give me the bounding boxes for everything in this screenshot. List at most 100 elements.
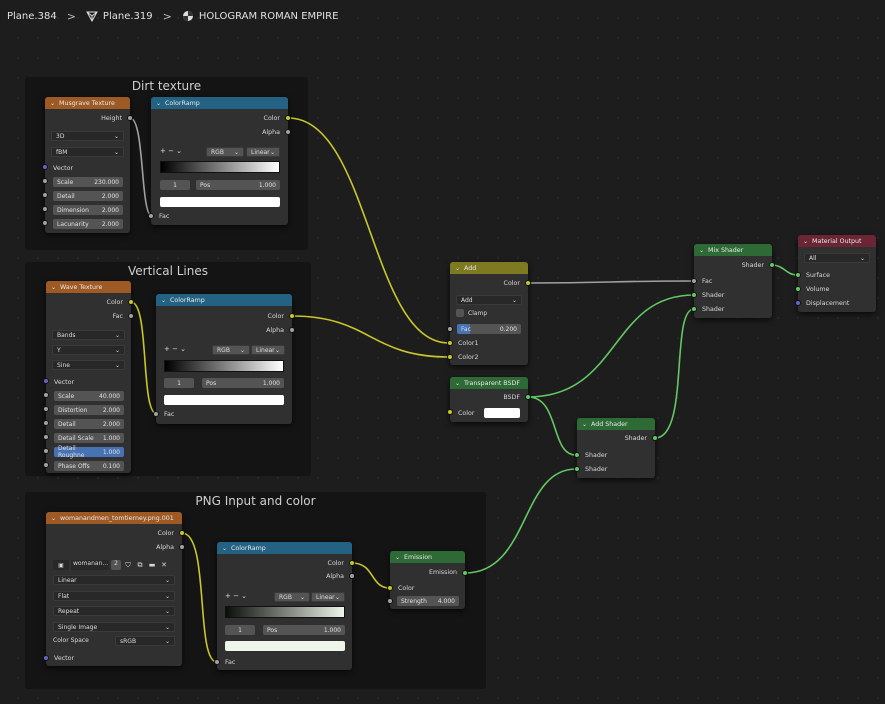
scale-field[interactable]: Scale 230.000 xyxy=(53,177,123,187)
color-ramp-gradient[interactable] xyxy=(160,161,280,173)
stop-pos-field[interactable]: Pos 1.000 xyxy=(196,180,280,190)
blend-mode-select[interactable]: Add ⌄ xyxy=(456,295,522,305)
direction-select[interactable]: Y ⌄ xyxy=(52,345,125,355)
phase-offset-field[interactable]: Phase Offs 0.100 xyxy=(54,461,124,471)
strength-field[interactable]: Strength 4.000 xyxy=(397,596,459,606)
node-header[interactable]: ⌄ Wave Texture xyxy=(46,281,131,293)
node-material-output[interactable]: ⌄ Material Output All ⌄ Surface Volume Dis… xyxy=(798,235,876,312)
node-header[interactable]: ⌄ Emission xyxy=(390,551,465,563)
ramp-tool-buttons[interactable]: + − ⌄ xyxy=(225,592,247,600)
chevron-down-icon[interactable]: ⌄ xyxy=(50,100,55,107)
socket-alpha-out[interactable] xyxy=(285,129,291,135)
dimension-field[interactable]: Dimension 2.000 xyxy=(53,205,123,215)
node-header[interactable]: ⌄ womanandmen_tomtierney.png.001 xyxy=(46,512,182,524)
dimensions-select[interactable]: 3D ⌄ xyxy=(51,131,124,141)
socket-fac-in[interactable] xyxy=(153,411,159,417)
node-transparent-bsdf[interactable]: ⌄ Transparent BSDF BSDF Color xyxy=(450,377,528,422)
socket-vector-in[interactable] xyxy=(43,378,49,384)
node-header[interactable]: ⌄ Transparent BSDF xyxy=(450,377,528,389)
target-select[interactable]: All ⌄ xyxy=(804,253,870,263)
socket-scale-in[interactable] xyxy=(42,178,48,184)
node-colorramp-1[interactable]: ⌄ ColorRamp Color Alpha + − ⌄ RGB ⌄ Linear… xyxy=(151,97,288,225)
lacunarity-field[interactable]: Lacunarity 2.000 xyxy=(53,219,123,229)
interpolation-select[interactable]: Linear ⌄ xyxy=(53,575,175,585)
socket-dimension-in[interactable] xyxy=(42,206,48,212)
color-space-select[interactable]: sRGB ⌄ xyxy=(115,636,175,646)
fake-user-icon[interactable]: ⛉ xyxy=(123,561,133,570)
breadcrumb-material[interactable]: HOLOGRAM ROMAN EMPIRE xyxy=(178,10,343,22)
socket-color-out[interactable] xyxy=(179,530,185,536)
socket-color-in[interactable] xyxy=(387,585,393,591)
socket-fac-out[interactable] xyxy=(128,313,134,319)
stop-pos-field[interactable]: Pos 1.000 xyxy=(263,625,345,635)
source-select[interactable]: Single Image ⌄ xyxy=(53,622,175,632)
socket-surface-in[interactable] xyxy=(795,272,801,278)
color-swatch[interactable] xyxy=(484,408,520,418)
socket-volume-in[interactable] xyxy=(795,286,801,292)
chevron-down-icon[interactable]: ⌄ xyxy=(455,380,460,387)
stop-color-swatch[interactable] xyxy=(225,641,345,651)
node-musgrave-texture[interactable]: ⌄ Musgrave Texture Height 3D ⌄ fBM ⌄ Vector… xyxy=(45,97,130,233)
socket-fac-in[interactable] xyxy=(691,278,697,284)
socket-detail-in[interactable] xyxy=(42,192,48,198)
interpolation-select[interactable]: Linear ⌄ xyxy=(311,592,345,602)
detail-field[interactable]: Detail 2.000 xyxy=(54,419,124,429)
color-mode-select[interactable]: RGB ⌄ xyxy=(274,592,310,602)
node-colorramp-2[interactable]: ⌄ ColorRamp Color Alpha + − ⌄ RGB ⌄ Linear… xyxy=(156,294,292,424)
socket-alpha-out[interactable] xyxy=(349,573,355,579)
socket-emission-out[interactable] xyxy=(462,570,468,576)
socket-distortion-in[interactable] xyxy=(43,406,49,412)
socket-shader2-in[interactable] xyxy=(574,466,580,472)
distortion-field[interactable]: Distortion 2.000 xyxy=(54,405,124,415)
socket-color-out[interactable] xyxy=(349,560,355,566)
socket-vector-in[interactable] xyxy=(42,164,48,170)
socket-fac-in[interactable] xyxy=(148,213,154,219)
profile-select[interactable]: Sine ⌄ xyxy=(52,360,125,370)
socket-phase-offset-in[interactable] xyxy=(43,462,49,468)
node-header[interactable]: ⌄ Mix Shader xyxy=(694,244,772,256)
socket-scale-in[interactable] xyxy=(43,392,49,398)
chevron-down-icon[interactable]: ⌄ xyxy=(51,515,56,522)
stop-pos-field[interactable]: Pos 1.000 xyxy=(202,378,284,388)
folder-icon[interactable]: ▬ xyxy=(147,561,157,569)
ramp-tool-buttons[interactable]: + − ⌄ xyxy=(160,147,182,155)
projection-select[interactable]: Flat ⌄ xyxy=(53,591,175,601)
detail-roughness-field[interactable]: Detail Roughne 1.000 xyxy=(54,445,124,459)
chevron-down-icon[interactable]: ⌄ xyxy=(699,247,704,254)
node-header[interactable]: ⌄ Musgrave Texture xyxy=(45,97,130,109)
extension-select[interactable]: Repeat ⌄ xyxy=(53,606,175,616)
color-mode-select[interactable]: RGB ⌄ xyxy=(206,147,244,157)
fac-field[interactable]: Fac 0.200 xyxy=(457,324,521,334)
stop-index-field[interactable]: 1 xyxy=(225,625,255,635)
image-selector[interactable]: ▣ womanan... 2 ⛉ ⧉ ▬ ✕ xyxy=(53,560,177,570)
ramp-tool-buttons[interactable]: + − ⌄ xyxy=(164,345,186,353)
chevron-down-icon[interactable]: ⌄ xyxy=(455,265,460,272)
image-users-count[interactable]: 2 xyxy=(111,560,121,570)
node-add[interactable]: ⌄ Add Color Add ⌄ Clamp Fac 0.200 Color1 Co… xyxy=(450,262,528,365)
ramp-tools[interactable]: + − ⌄ xyxy=(225,592,247,600)
breadcrumb-mesh[interactable]: Plane.319 xyxy=(82,10,157,22)
socket-shader1-in[interactable] xyxy=(574,452,580,458)
wave-type-select[interactable]: Bands ⌄ xyxy=(52,330,125,340)
socket-shader-out[interactable] xyxy=(769,262,775,268)
socket-color-out[interactable] xyxy=(289,313,295,319)
node-header[interactable]: ⌄ ColorRamp xyxy=(156,294,292,306)
socket-color-out[interactable] xyxy=(128,299,134,305)
stop-index-field[interactable]: 1 xyxy=(160,180,190,190)
chevron-down-icon[interactable]: ⌄ xyxy=(51,284,56,291)
stop-color-swatch[interactable] xyxy=(160,197,280,207)
node-emission[interactable]: ⌄ Emission Emission Color Strength 4.000 xyxy=(390,551,465,609)
node-add-shader[interactable]: ⌄ Add Shader Shader Shader Shader xyxy=(577,418,655,478)
socket-strength-in[interactable] xyxy=(387,598,393,604)
node-header[interactable]: ⌄ ColorRamp xyxy=(217,542,352,554)
clamp-checkbox[interactable]: Clamp xyxy=(456,309,487,317)
socket-fac-in[interactable] xyxy=(214,659,220,665)
node-header[interactable]: ⌄ Add xyxy=(450,262,528,274)
detail-scale-field[interactable]: Detail Scale 1.000 xyxy=(54,433,124,443)
socket-alpha-out[interactable] xyxy=(289,327,295,333)
image-name-field[interactable]: womanan... xyxy=(71,560,109,570)
color-mode-select[interactable]: RGB ⌄ xyxy=(212,345,250,355)
interpolation-select[interactable]: Linear ⌄ xyxy=(246,147,280,157)
musgrave-type-select[interactable]: fBM ⌄ xyxy=(51,147,124,157)
interpolation-select[interactable]: Linear ⌄ xyxy=(251,345,285,355)
